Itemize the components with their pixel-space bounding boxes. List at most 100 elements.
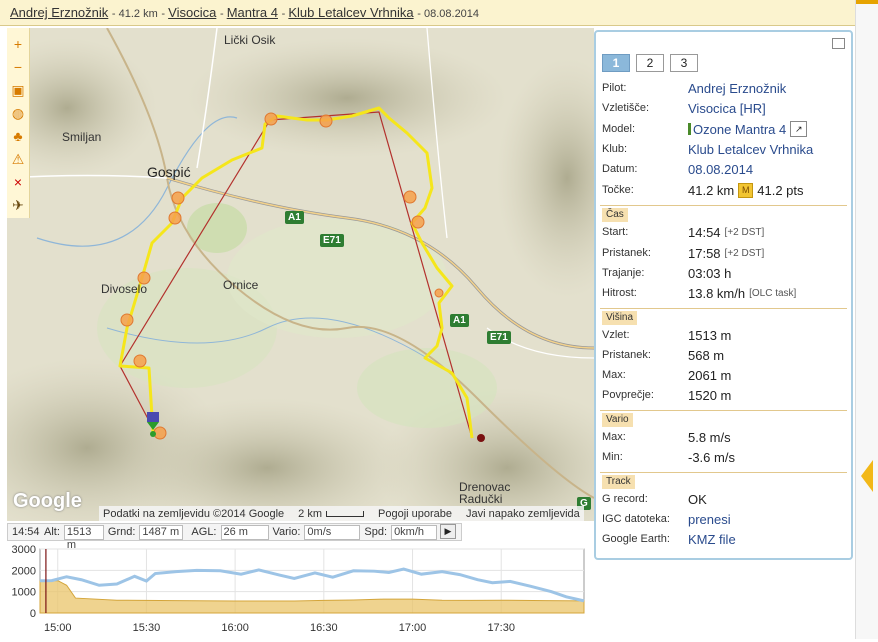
- alt-label: Alt:: [44, 526, 60, 538]
- club-link[interactable]: Klub Letalcev Vrhnika: [288, 5, 413, 20]
- tab-1[interactable]: 1: [602, 54, 630, 72]
- side-panel-toggle-icon[interactable]: [861, 460, 873, 492]
- landing-label: Pristanek:: [602, 247, 651, 259]
- track-status-bar: 14:54 Alt: 1513 m Grnd: 1487 m AGL: 26 m…: [7, 523, 462, 551]
- avg-alt-row: Povprečje: 1520 m: [602, 385, 845, 405]
- place-label: Smiljan: [62, 130, 102, 144]
- max-alt-label: Max:: [602, 369, 626, 381]
- thermals-icon[interactable]: ♣: [10, 128, 26, 144]
- altitude-chart-svg[interactable]: 3000 2000 1000 0 15:00 15:30 16:00 16:30 17:00 17…: [0, 541, 594, 639]
- y-tick-label: 2000: [12, 565, 36, 577]
- takeoff-alt-label: Vzlet:: [602, 329, 630, 341]
- map-canvas[interactable]: [7, 28, 594, 521]
- takeoff-alt-value: 1513 m: [688, 327, 732, 343]
- status-time: 14:54: [12, 526, 40, 538]
- igc-label: IGC datoteka:: [602, 513, 670, 525]
- duration-value: 03:03 h: [688, 265, 732, 281]
- scale-bar: 2 km: [298, 507, 365, 520]
- x-tick-label: 15:30: [133, 622, 161, 634]
- launch-link[interactable]: Visocica: [168, 5, 216, 20]
- max-alt-value: 2061 m: [688, 367, 732, 383]
- kmz-file-link[interactable]: KMZ file: [688, 532, 736, 547]
- terms-link[interactable]: Pogoji uporabe: [378, 508, 452, 520]
- google-logo: Google: [13, 490, 82, 512]
- section-vario: Vario: [602, 413, 633, 427]
- avg-alt-value: 1520 m: [688, 387, 732, 403]
- globe-icon[interactable]: ◍: [10, 105, 26, 121]
- road-shield: E71: [487, 331, 511, 344]
- glider-link[interactable]: Mantra 4: [227, 5, 278, 20]
- grnd-field: 1487 m: [139, 524, 184, 540]
- max-alt-row: Max: 2061 m: [602, 365, 845, 385]
- flight-title-bar: Andrej Erznožnik - 41.2 km - Visocica - …: [0, 0, 855, 26]
- points-value: 41.2 pts: [757, 182, 804, 198]
- panel-tabs: 1 2 3: [602, 54, 698, 72]
- place-label: Lički Osik: [224, 33, 276, 47]
- x-tick-label: 15:00: [44, 622, 72, 634]
- date-label: Datum:: [602, 163, 638, 175]
- pilot-label: Pilot:: [602, 82, 627, 94]
- igc-download-link[interactable]: prenesi: [688, 512, 731, 527]
- place-label: Radučki: [459, 492, 503, 506]
- map-data-credit: Podatki na zemljevidu ©2014 Google: [103, 507, 285, 520]
- vario-max-row: Max: 5.8 m/s: [602, 427, 845, 447]
- duration-row: Trajanje: 03:03 h: [602, 263, 845, 283]
- warning-icon[interactable]: ⚠: [10, 151, 26, 167]
- zoom-in-icon[interactable]: +: [10, 36, 26, 52]
- pilot-value[interactable]: Andrej Erznožnik: [688, 81, 786, 96]
- club-row: Klub: Klub Letalcev Vrhnika: [602, 139, 845, 159]
- pilot-link[interactable]: Andrej Erznožnik: [10, 5, 108, 20]
- distance-value: 41.2 km: [688, 182, 735, 198]
- flight-type-icon: M: [738, 182, 754, 198]
- title-separator: -: [417, 8, 424, 20]
- vario-min-value: -3.6 m/s: [688, 449, 735, 465]
- google-earth-row: Google Earth: KMZ file: [602, 529, 845, 549]
- club-label: Klub:: [602, 143, 628, 155]
- zoom-out-icon[interactable]: −: [10, 59, 26, 75]
- scale-label: 2 km: [298, 507, 323, 520]
- play-button[interactable]: ▶: [440, 524, 456, 539]
- tab-3[interactable]: 3: [670, 54, 698, 72]
- section-time: Čas: [602, 208, 628, 222]
- separator: [600, 205, 847, 206]
- map-view[interactable]: Lički Osik Smiljan Gospić Ornice Divosel…: [7, 28, 594, 521]
- x-tick-label: 16:30: [310, 622, 338, 634]
- spd-label: Spd:: [364, 526, 388, 538]
- date-value[interactable]: 08.08.2014: [688, 162, 753, 177]
- model-value[interactable]: Ozone Mantra 4: [693, 122, 786, 137]
- maximize-icon[interactable]: □: [832, 38, 845, 49]
- y-tick-label: 0: [30, 608, 36, 620]
- start-value: 14:54: [688, 224, 721, 240]
- road-shield: A1: [450, 314, 469, 327]
- title-separator: -: [111, 8, 119, 20]
- launch-value[interactable]: Visocica [HR]: [688, 101, 766, 116]
- points-row: Točke: 41.2 km M 41.2 pts: [602, 180, 845, 200]
- google-earth-label: Google Earth:: [602, 533, 670, 545]
- launch-row: Vzletišče: Visocica [HR]: [602, 98, 845, 118]
- vario-min-label: Min:: [602, 451, 623, 463]
- tab-2[interactable]: 2: [636, 54, 664, 72]
- glider-class-icon: [688, 123, 691, 135]
- road-shield: E71: [320, 234, 344, 247]
- grecord-value: OK: [688, 491, 707, 507]
- place-label: Ornice: [223, 278, 259, 292]
- spd-field: 0km/h: [391, 524, 438, 540]
- close-icon[interactable]: ×: [10, 174, 26, 190]
- separator: [600, 308, 847, 309]
- club-value[interactable]: Klub Letalcev Vrhnika: [688, 142, 813, 157]
- report-error-link[interactable]: Javi napako zemljevida: [466, 508, 580, 520]
- fit-track-icon[interactable]: ▣: [10, 82, 26, 98]
- map-attribution: Podatki na zemljevidu ©2014 Google 2 km …: [99, 506, 584, 521]
- speed-value: 13.8 km/h: [688, 285, 746, 301]
- igc-row: IGC datoteka: prenesi: [602, 509, 845, 529]
- vario-label: Vario:: [272, 526, 301, 538]
- airplane-icon[interactable]: ✈: [10, 197, 26, 213]
- grecord-row: G record: OK: [602, 489, 845, 509]
- landing-marker: [477, 434, 485, 442]
- grecord-label: G record:: [602, 493, 648, 505]
- altitude-chart[interactable]: 3000 2000 1000 0 15:00 15:30 16:00 16:30 17:00 17…: [0, 541, 594, 639]
- duration-label: Trajanje:: [602, 267, 645, 279]
- x-tick-label: 16:00: [221, 622, 249, 634]
- y-tick-label: 1000: [12, 587, 36, 599]
- start-dst: [+2 DST]: [724, 226, 765, 238]
